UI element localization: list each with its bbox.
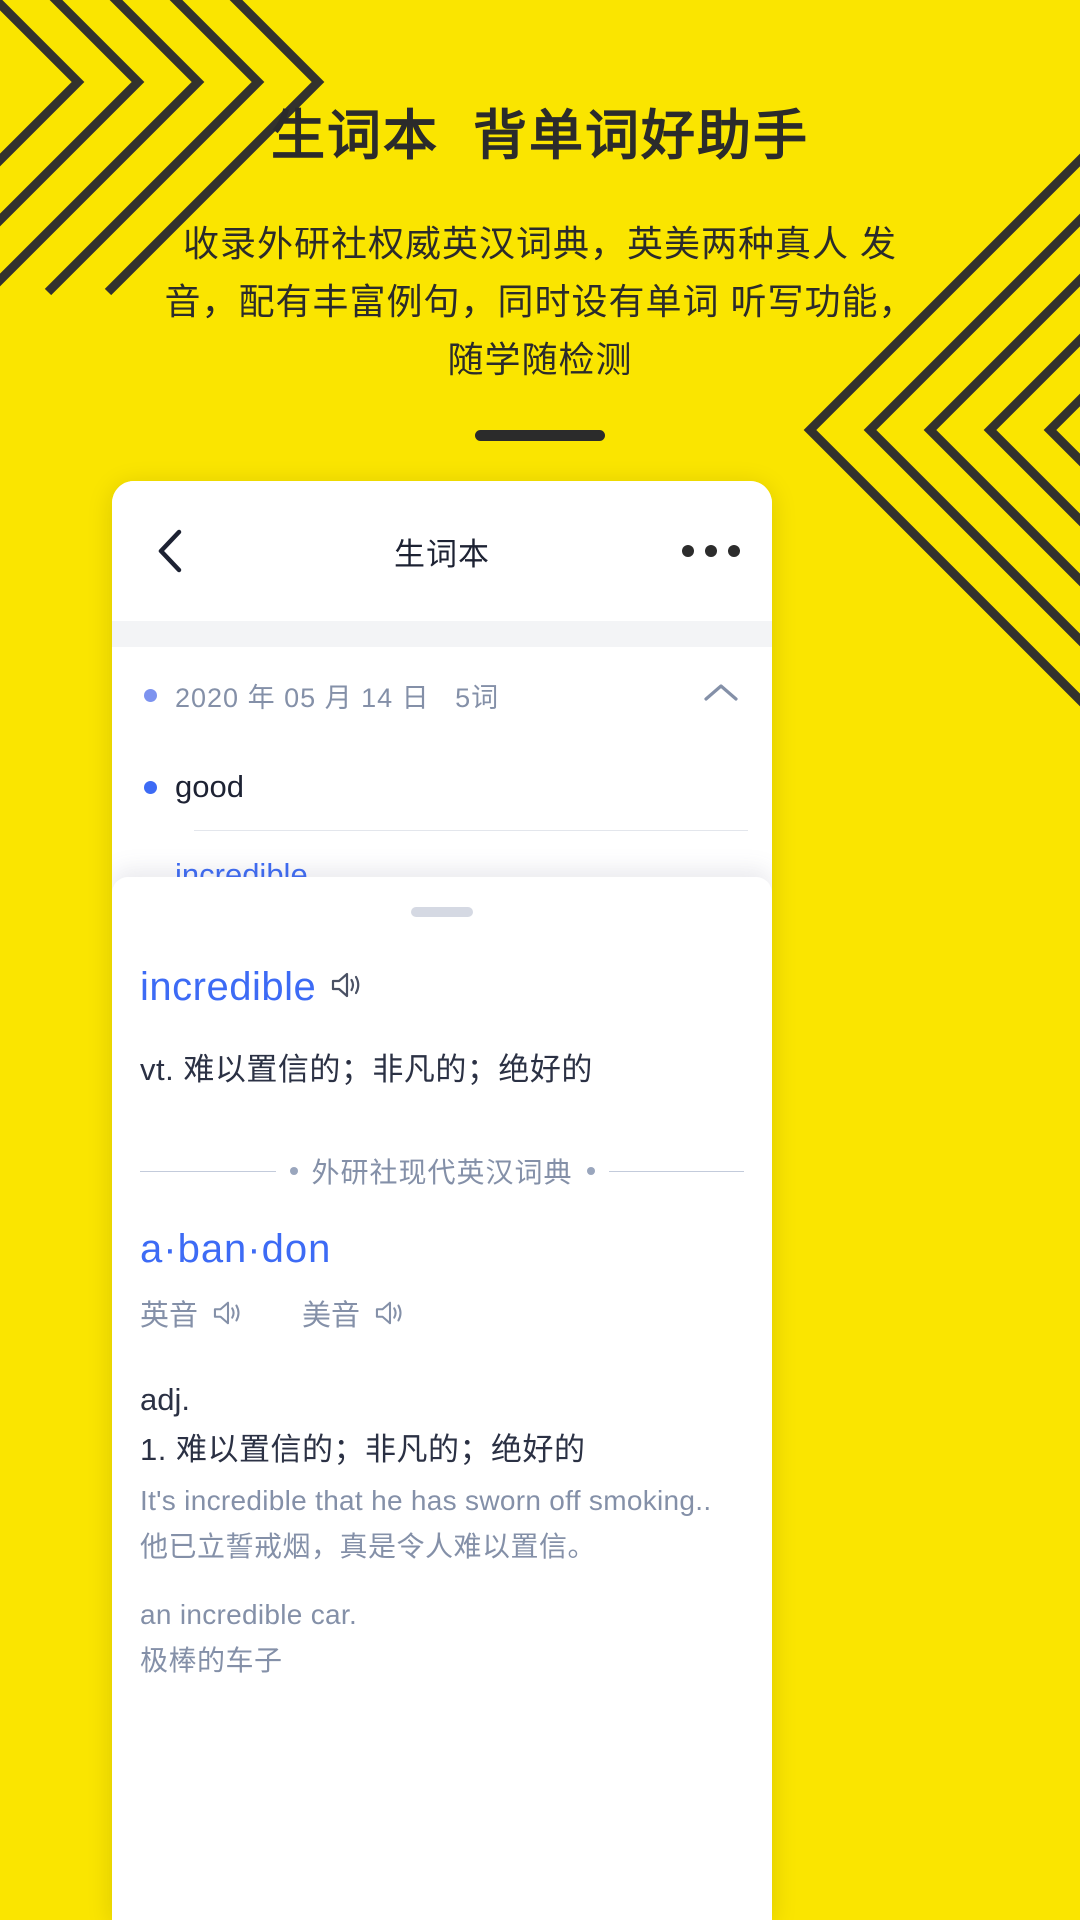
promo-block: 生词本 背单词好助手 收录外研社权威英汉词典，英美两种真人 发音，配有丰富例句，…: [0, 104, 1080, 441]
phone-screenshot-card: 生词本 2020 年 05 月 14 日 5词 good incredible …: [112, 481, 772, 1920]
pronunciation-us[interactable]: 美音: [302, 1292, 406, 1334]
sense-text: 1. 难以置信的；非凡的；绝好的: [140, 1432, 586, 1467]
example-sentence-zh: 极棒的车子: [140, 1645, 283, 1676]
dictionary-source-name: 外研社现代英汉词典: [311, 1157, 573, 1188]
page-title: 生词本: [394, 536, 490, 572]
pronunciation-row: 英音 美音: [140, 1292, 744, 1334]
example-sentence-en: an incredible car.: [140, 1599, 358, 1630]
promo-title: 生词本 背单词好助手: [270, 106, 809, 166]
word-list-item[interactable]: good: [112, 743, 772, 831]
group-collapse-button[interactable]: [702, 681, 740, 710]
app-navbar: 生词本: [112, 481, 772, 621]
divider-dot-right: [586, 1167, 595, 1175]
more-dot: [705, 545, 717, 557]
example-sentence-zh: 他已立誓戒烟，真是令人难以置信。: [140, 1531, 597, 1562]
more-menu-button[interactable]: [682, 545, 740, 557]
speaker-icon: [375, 1301, 402, 1325]
promo-divider-bar: [475, 429, 605, 441]
divider-dot-left: [289, 1167, 298, 1175]
more-dot: [728, 545, 740, 557]
word-group-header[interactable]: 2020 年 05 月 14 日 5词: [112, 647, 772, 743]
more-dot: [682, 545, 694, 557]
divider-line-right: [608, 1170, 745, 1172]
example-sentence-en: It's incredible that he has sworn off sm…: [140, 1485, 712, 1516]
navbar-separator: [112, 621, 772, 647]
entry-definition: vt. 难以置信的；非凡的；绝好的: [140, 1052, 593, 1087]
entry-speaker-button[interactable]: [330, 970, 364, 1005]
chevron-up-icon: [704, 683, 738, 701]
speaker-icon: [332, 972, 360, 998]
dictionary-headword: a·ban·don: [140, 1227, 332, 1271]
part-of-speech: adj.: [140, 1382, 190, 1417]
pronunciation-us-label: 美音: [302, 1300, 361, 1332]
example-group: an incredible car. 极棒的车子: [140, 1599, 744, 1679]
promo-subtitle: 收录外研社权威英汉词典，英美两种真人 发音，配有丰富例句，同时设有单词 听写功能…: [164, 222, 916, 381]
sheet-drag-handle[interactable]: [411, 907, 473, 917]
entry-word: incredible: [140, 965, 317, 1009]
pronunciation-uk-label: 英音: [140, 1300, 199, 1332]
word-bullet-icon: [144, 780, 157, 794]
divider-line-left: [140, 1170, 276, 1172]
group-bullet-icon: [144, 688, 157, 702]
word-detail-bottom-sheet: incredible vt. 难以置信的；非凡的；绝好的 外研社现代英汉词典 a…: [112, 877, 772, 1920]
speaker-icon: [213, 1301, 240, 1325]
word-label: good: [175, 769, 244, 804]
dictionary-source-divider: 外研社现代英汉词典: [140, 1151, 745, 1191]
group-date-label: 2020 年 05 月 14 日 5词: [175, 682, 500, 713]
entry-headline: incredible: [140, 965, 744, 1010]
pronunciation-uk[interactable]: 英音: [140, 1292, 244, 1334]
